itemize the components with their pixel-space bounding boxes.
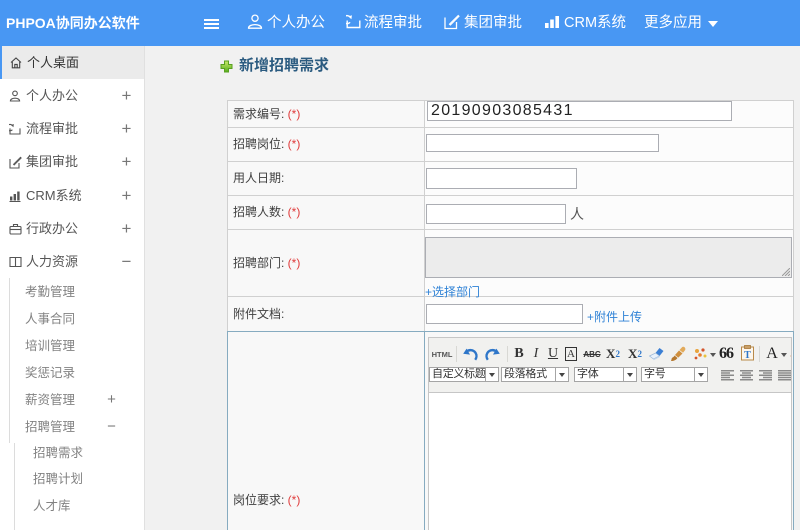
svg-text:T: T [744, 350, 751, 361]
